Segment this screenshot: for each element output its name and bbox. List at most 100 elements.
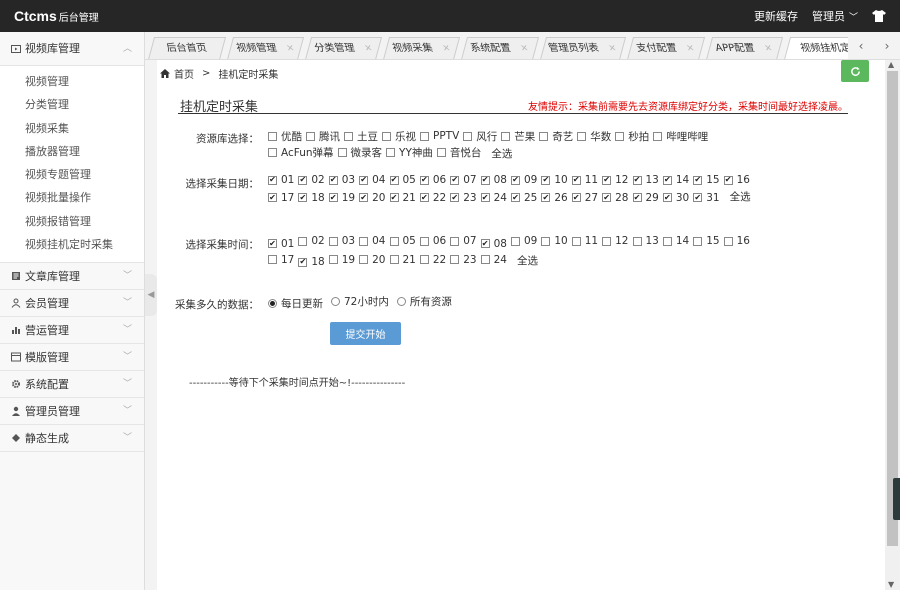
- checkbox[interactable]: [306, 131, 315, 141]
- checkbox[interactable]: [450, 236, 460, 246]
- checkbox[interactable]: [632, 236, 642, 246]
- checkbox[interactable]: [389, 236, 399, 246]
- sidebar-group[interactable]: 文章库管理 ﹀: [0, 263, 144, 291]
- checkbox[interactable]: [541, 193, 551, 202]
- time-option[interactable]: 23: [450, 252, 477, 268]
- sidebar-item[interactable]: 视频采集: [0, 117, 144, 140]
- checkbox[interactable]: [268, 239, 277, 248]
- checkbox[interactable]: [419, 255, 429, 264]
- time-option[interactable]: 08: [480, 236, 507, 252]
- checkbox[interactable]: [328, 193, 338, 202]
- range-option[interactable]: 所有资源: [396, 293, 452, 309]
- time-option[interactable]: 11: [571, 233, 598, 249]
- checkbox[interactable]: [501, 131, 511, 141]
- sidebar-item[interactable]: 分类管理: [0, 93, 144, 116]
- time-option[interactable]: 07: [450, 233, 477, 249]
- date-option[interactable]: 07: [450, 172, 477, 188]
- checkbox[interactable]: [571, 193, 581, 202]
- checkbox[interactable]: [359, 193, 369, 202]
- checkbox[interactable]: [359, 175, 369, 185]
- sidebar-item[interactable]: 视频批量操作: [0, 186, 144, 209]
- date-option[interactable]: 31: [693, 190, 720, 206]
- date-option[interactable]: 11: [571, 172, 598, 188]
- checkbox[interactable]: [450, 175, 460, 185]
- checkbox[interactable]: [436, 147, 446, 157]
- update-cache-link[interactable]: 更新缓存: [754, 8, 798, 24]
- checkbox[interactable]: [298, 193, 308, 202]
- time-option[interactable]: 05: [389, 233, 416, 249]
- sidebar-item[interactable]: 视频管理: [0, 70, 144, 93]
- breadcrumb-home[interactable]: 首页: [174, 66, 194, 81]
- time-option[interactable]: 18: [298, 254, 325, 270]
- scroll-down-icon[interactable]: ▼: [888, 580, 894, 589]
- checkbox[interactable]: [693, 193, 703, 202]
- time-option[interactable]: 01: [268, 236, 294, 252]
- date-option[interactable]: 20: [359, 190, 386, 206]
- checkbox[interactable]: [480, 239, 490, 248]
- checkbox[interactable]: [328, 175, 338, 185]
- checkbox[interactable]: [511, 236, 520, 246]
- date-option[interactable]: 05: [389, 172, 416, 188]
- checkbox[interactable]: [602, 193, 612, 202]
- checkbox[interactable]: [723, 236, 733, 246]
- time-option[interactable]: 02: [298, 233, 325, 249]
- checkbox[interactable]: [632, 175, 642, 185]
- checkbox[interactable]: [419, 236, 429, 246]
- admin-menu[interactable]: 管理员: [812, 8, 858, 24]
- checkbox[interactable]: [389, 193, 399, 202]
- radio-button[interactable]: [268, 298, 277, 308]
- checkbox[interactable]: [328, 255, 338, 264]
- checkbox[interactable]: [298, 236, 308, 246]
- source-option[interactable]: 奇艺: [539, 128, 573, 144]
- time-option[interactable]: 16: [723, 233, 750, 249]
- checkbox[interactable]: [419, 193, 429, 202]
- time-option[interactable]: 22: [419, 252, 446, 268]
- source-option[interactable]: 土豆: [344, 128, 378, 144]
- source-option[interactable]: 乐视: [382, 128, 416, 144]
- checkbox[interactable]: [480, 255, 490, 264]
- sidebar-item[interactable]: 视频报错管理: [0, 210, 144, 233]
- source-option[interactable]: 哔哩哔哩: [653, 128, 708, 144]
- checkbox[interactable]: [450, 193, 460, 202]
- sidebar-group[interactable]: 静态生成 ﹀: [0, 425, 144, 453]
- tab-item[interactable]: 分类管理 ✕: [304, 37, 383, 59]
- date-option[interactable]: 08: [480, 172, 507, 188]
- checkbox[interactable]: [463, 131, 473, 141]
- tab-item[interactable]: 支付配置 ✕: [626, 37, 706, 59]
- checkbox[interactable]: [386, 147, 396, 157]
- checkbox[interactable]: [541, 236, 551, 246]
- checkbox[interactable]: [615, 131, 625, 141]
- time-option[interactable]: 24: [480, 252, 507, 268]
- checkbox[interactable]: [268, 147, 277, 157]
- checkbox[interactable]: [723, 175, 733, 185]
- source-option[interactable]: PPTV: [420, 128, 459, 144]
- time-option[interactable]: 17: [268, 252, 294, 268]
- source-option[interactable]: 音悦台: [436, 144, 481, 160]
- date-option[interactable]: 03: [328, 172, 355, 188]
- date-option[interactable]: 27: [571, 190, 598, 206]
- checkbox[interactable]: [662, 193, 672, 202]
- checkbox[interactable]: [480, 175, 490, 185]
- date-option[interactable]: 12: [602, 172, 629, 188]
- checkbox[interactable]: [420, 131, 429, 141]
- range-option[interactable]: 72小时内: [331, 293, 389, 309]
- source-option[interactable]: 秒拍: [615, 128, 649, 144]
- checkbox[interactable]: [571, 175, 581, 185]
- time-option[interactable]: 15: [693, 233, 720, 249]
- checkbox[interactable]: [539, 131, 549, 141]
- checkbox[interactable]: [653, 131, 663, 141]
- scroll-thumb[interactable]: [887, 71, 898, 546]
- sidebar-collapse-handle[interactable]: ◀: [145, 274, 157, 316]
- checkbox[interactable]: [662, 175, 672, 185]
- sidebar-item[interactable]: 视频挂机定时采集: [0, 233, 144, 256]
- checkbox[interactable]: [359, 255, 369, 264]
- tab-item[interactable]: 系统配置 ✕: [460, 37, 540, 59]
- close-icon[interactable]: ✕: [284, 38, 297, 59]
- date-option[interactable]: 16: [723, 172, 750, 188]
- sidebar-group[interactable]: 营运管理 ﹀: [0, 317, 144, 345]
- time-option[interactable]: 04: [359, 233, 386, 249]
- time-option[interactable]: 20: [359, 252, 386, 268]
- checkbox[interactable]: [389, 255, 399, 264]
- date-option[interactable]: 26: [541, 190, 568, 206]
- source-option[interactable]: 华数: [577, 128, 611, 144]
